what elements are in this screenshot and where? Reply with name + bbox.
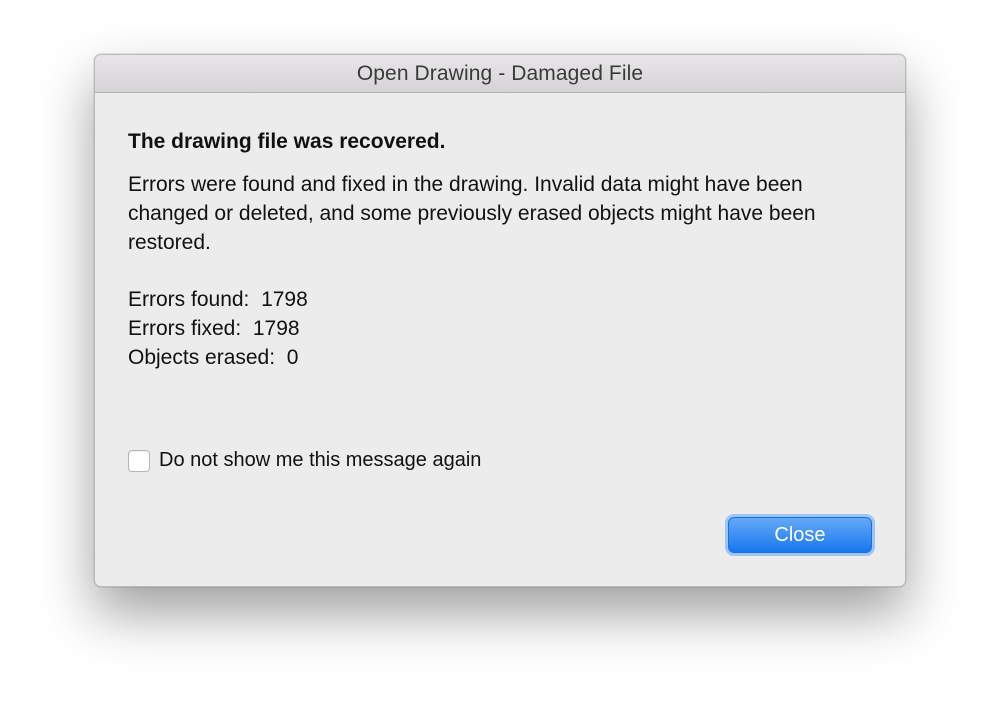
- stat-label: Errors found:: [128, 288, 250, 311]
- damaged-file-dialog: Open Drawing - Damaged File The drawing …: [94, 54, 906, 587]
- dialog-titlebar[interactable]: Open Drawing - Damaged File: [95, 55, 905, 93]
- dialog-title: Open Drawing - Damaged File: [356, 61, 644, 85]
- stat-value: 1798: [261, 288, 308, 311]
- headline: The drawing file was recovered.: [128, 130, 446, 153]
- message-body: Errors were found and fixed in the drawi…: [128, 173, 816, 254]
- screen: Open Drawing - Damaged File The drawing …: [0, 0, 999, 721]
- dont-show-again-checkbox[interactable]: [128, 449, 150, 472]
- stat-label: Objects erased:: [128, 346, 276, 369]
- stat-errors-found: Errors found: 1798: [128, 285, 865, 314]
- stat-errors-fixed: Errors fixed: 1798: [128, 314, 865, 343]
- dialog-content: The drawing file was recovered. Errors w…: [128, 129, 865, 372]
- stat-value: 0: [286, 346, 299, 369]
- stat-objects-erased: Objects erased: 0: [128, 343, 865, 372]
- stat-label: Errors fixed:: [128, 317, 242, 340]
- stats-list: Errors found: 1798 Errors fixed: 1798 Ob…: [128, 285, 865, 372]
- dont-show-again-row[interactable]: Do not show me this message again: [128, 449, 481, 472]
- stat-value: 1798: [252, 317, 300, 340]
- dont-show-again-label[interactable]: Do not show me this message again: [159, 449, 481, 472]
- close-button[interactable]: Close: [728, 517, 872, 553]
